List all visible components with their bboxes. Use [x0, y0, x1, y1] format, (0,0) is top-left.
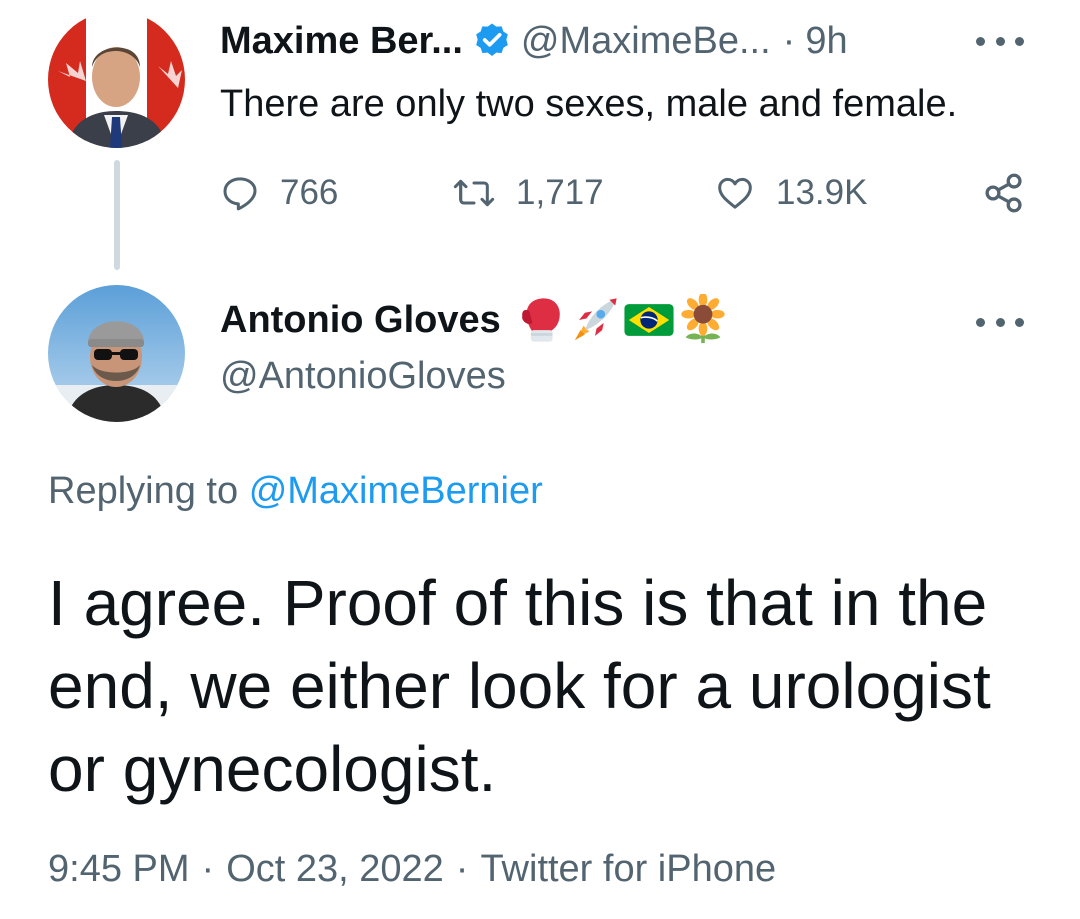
more-options-icon[interactable]: [976, 29, 1024, 53]
parent-tweet-header: Maxime Ber... @MaximeBe... · 9h: [220, 16, 848, 66]
tweet-meta: 9:45 PM · Oct 23, 2022 · Twitter for iPhone: [48, 848, 776, 891]
reply-count: 766: [280, 173, 339, 212]
parent-author-name[interactable]: Maxime Ber...: [220, 20, 463, 63]
replying-to-label: Replying to: [48, 470, 239, 512]
reply-tweet-text: I agree. Proof of this is that in the en…: [48, 567, 991, 805]
reply-author-handle[interactable]: @AntonioGloves: [220, 355, 506, 398]
retweet-button[interactable]: 1,717: [452, 168, 604, 218]
tweet-time[interactable]: 9:45 PM: [48, 848, 190, 890]
parent-tweet-time[interactable]: 9h: [805, 20, 847, 63]
meta-separator: ·: [201, 848, 215, 890]
tweet-date[interactable]: Oct 23, 2022: [226, 848, 444, 890]
reply-button[interactable]: 766: [220, 168, 338, 218]
heart-icon: [718, 177, 752, 209]
tweet-action-bar: 766 1,717 13.9K: [220, 168, 1040, 218]
more-dot: [1015, 36, 1024, 46]
more-options-icon[interactable]: [976, 310, 1024, 334]
avatar-image: [48, 285, 185, 422]
retweet-count: 1,717: [516, 173, 604, 212]
parent-tweet-text: There are only two sexes, male and femal…: [220, 83, 958, 125]
brazil-flag-icon: [624, 304, 674, 336]
avatar-image: [48, 11, 185, 148]
tweet-client[interactable]: Twitter for iPhone: [480, 848, 776, 890]
meta-separator: ·: [455, 848, 469, 890]
reply-author-name[interactable]: Antonio Gloves: [220, 299, 501, 342]
parent-author-avatar[interactable]: [48, 11, 185, 148]
boxing-glove-icon: [522, 298, 560, 342]
parent-author-handle[interactable]: @MaximeBe...: [521, 20, 771, 63]
retweet-icon: [453, 179, 495, 207]
more-dot: [995, 36, 1005, 46]
header-separator: ·: [782, 19, 796, 62]
reply-icon: [223, 177, 257, 211]
reply-tweet-header: Antonio Gloves: [220, 292, 731, 348]
share-icon: [985, 173, 1022, 213]
name-emojis: [515, 294, 731, 346]
tweet-thread: Maxime Ber... @MaximeBe... · 9h There ar…: [0, 0, 1080, 919]
more-dot: [976, 36, 985, 46]
more-dot: [976, 317, 985, 327]
like-count: 13.9K: [776, 173, 868, 212]
reply-author-avatar[interactable]: [48, 285, 185, 422]
verified-badge-icon: [472, 21, 512, 61]
more-dot: [995, 317, 1005, 327]
sunflower-icon: [681, 294, 725, 344]
more-dot: [1015, 317, 1024, 327]
share-button[interactable]: [982, 168, 1026, 218]
thread-connector-line: [114, 160, 120, 270]
replying-to-mention-link[interactable]: @MaximeBernier: [249, 470, 543, 512]
like-button[interactable]: 13.9K: [714, 168, 867, 218]
rocket-icon: [574, 298, 617, 341]
replying-to-line: Replying to @MaximeBernier: [48, 470, 543, 513]
